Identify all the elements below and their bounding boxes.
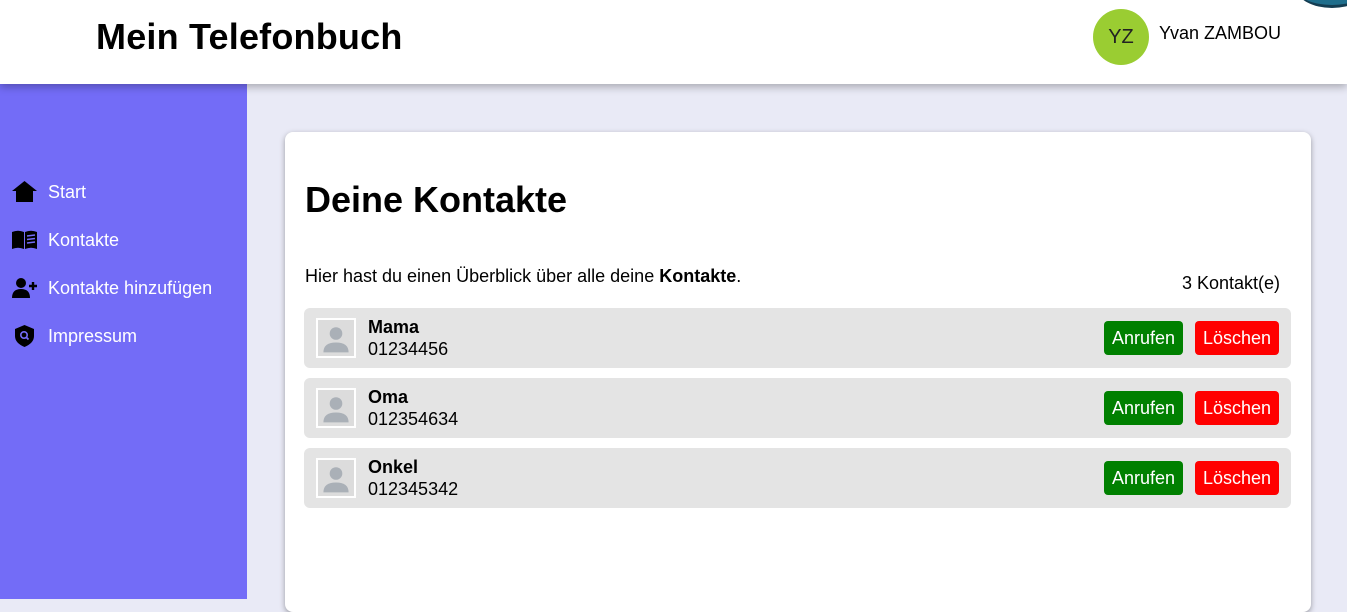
shield-icon xyxy=(15,325,34,347)
call-button[interactable]: Anrufen xyxy=(1104,321,1183,355)
book-icon xyxy=(12,230,37,249)
contact-row: Onkel 012345342 Anrufen Löschen xyxy=(304,448,1291,508)
sidebar-item-label: Kontakte hinzufügen xyxy=(48,277,213,298)
call-button[interactable]: Anrufen xyxy=(1104,391,1183,425)
intro-bold: Kontakte xyxy=(659,266,737,286)
sidebar-item-kontakte-hinzufuegen[interactable]: Kontakte hinzufügen xyxy=(0,264,247,312)
top-bar: Mein Telefonbuch YZ Yvan ZAMBOU xyxy=(0,0,1347,84)
contact-name: Oma xyxy=(368,387,409,407)
user-name[interactable]: Yvan ZAMBOU xyxy=(1159,23,1281,44)
sidebar-item-label: Start xyxy=(48,181,87,202)
sidebar-item-label: Kontakte xyxy=(48,229,120,250)
contacts-card: Deine Kontakte Hier hast du einen Überbl… xyxy=(285,132,1311,612)
sidebar-item-impressum[interactable]: Impressum xyxy=(0,312,247,360)
contact-row: Mama 01234456 Anrufen Löschen xyxy=(304,308,1291,368)
page-title: Deine Kontakte xyxy=(305,179,568,220)
delete-button[interactable]: Löschen xyxy=(1195,461,1279,495)
contact-avatar-icon xyxy=(316,388,356,428)
delete-button[interactable]: Löschen xyxy=(1195,321,1279,355)
sidebar-item-start[interactable]: Start xyxy=(0,168,247,216)
intro-suffix: . xyxy=(736,266,742,286)
contact-number: 012354634 xyxy=(368,409,459,429)
intro-text: Hier hast du einen Überblick über alle d… xyxy=(305,266,741,287)
contact-avatar-icon xyxy=(316,458,356,498)
sidebar: Start Kontakte Kontakte hinzufügen Impre… xyxy=(0,84,247,599)
contact-count: 3 Kontakt(e) xyxy=(1181,273,1280,293)
app-title: Mein Telefonbuch xyxy=(96,16,403,57)
add-user-icon xyxy=(12,278,37,298)
sidebar-item-kontakte[interactable]: Kontakte xyxy=(0,216,247,264)
corner-decoration xyxy=(1297,0,1347,8)
sidebar-item-label: Impressum xyxy=(48,325,138,346)
contact-name: Mama xyxy=(368,317,420,337)
contact-number: 012345342 xyxy=(368,479,459,499)
delete-button[interactable]: Löschen xyxy=(1195,391,1279,425)
call-button[interactable]: Anrufen xyxy=(1104,461,1183,495)
contact-number: 01234456 xyxy=(368,339,449,359)
contact-name: Onkel xyxy=(368,457,419,477)
contact-list: Mama 01234456 Anrufen Löschen Oma 012354… xyxy=(304,308,1291,518)
contact-row: Oma 012354634 Anrufen Löschen xyxy=(304,378,1291,438)
intro-prefix: Hier hast du einen Überblick über alle d… xyxy=(305,266,660,286)
home-icon xyxy=(12,181,37,202)
contact-avatar-icon xyxy=(316,318,356,358)
sidebar-nav: Start Kontakte Kontakte hinzufügen Impre… xyxy=(0,168,247,360)
avatar[interactable]: YZ xyxy=(1093,9,1149,65)
user-profile[interactable]: YZ Yvan ZAMBOU xyxy=(1093,9,1281,65)
